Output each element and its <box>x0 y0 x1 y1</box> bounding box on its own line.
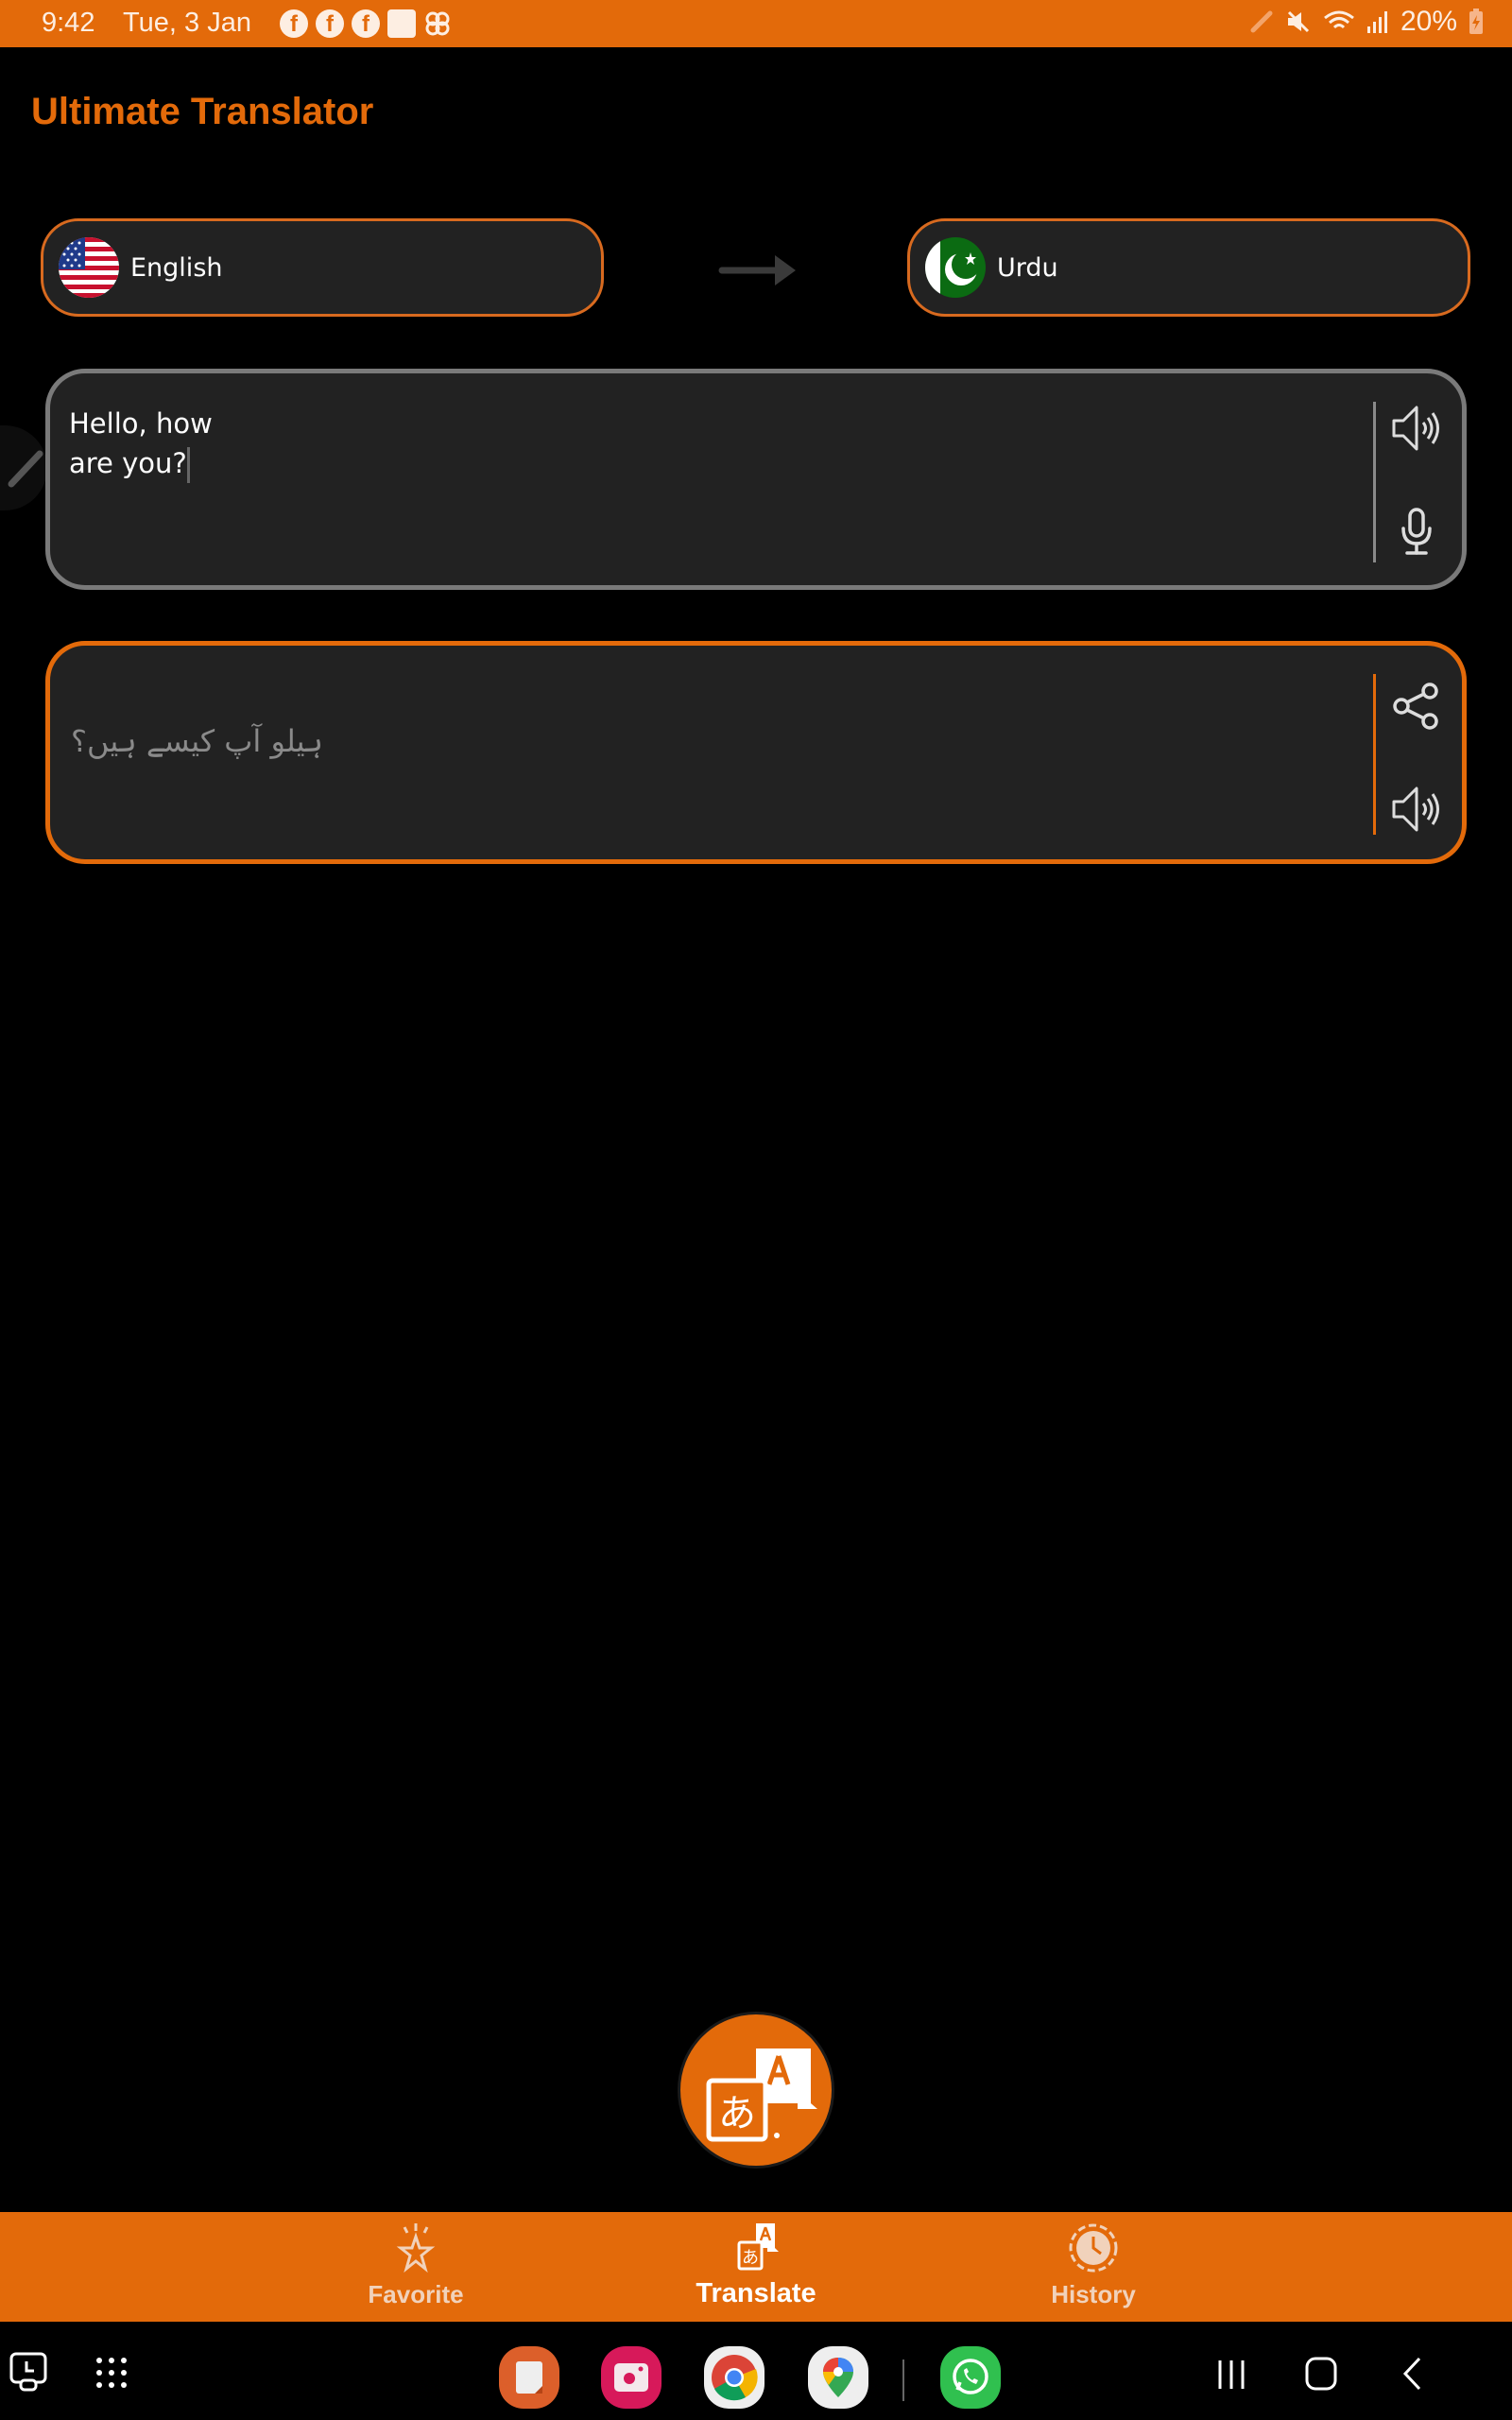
signal-icon <box>1366 11 1387 33</box>
app-title: Ultimate Translator <box>31 91 374 132</box>
system-navigation-bar <box>0 2322 1512 2420</box>
nav-label: Favorite <box>368 2280 464 2308</box>
samsung-notes-app-icon[interactable] <box>499 2346 559 2409</box>
source-text-line: are you? <box>69 447 187 479</box>
battery-icon <box>1469 9 1483 34</box>
mute-icon <box>1287 10 1310 33</box>
divider <box>1373 674 1376 835</box>
notification-icons: f f f <box>280 9 452 38</box>
chrome-app-icon[interactable] <box>704 2346 765 2409</box>
star-icon <box>396 2223 436 2273</box>
bottom-navigation: Favorite あ Translate History <box>0 2212 1512 2322</box>
recents-button-icon[interactable] <box>1214 2358 1248 2392</box>
svg-text:あ: あ <box>742 2248 759 2268</box>
translate-icon: あ <box>706 2048 817 2142</box>
us-flag-icon <box>59 237 119 298</box>
wifi-icon <box>1324 10 1354 29</box>
pencil-icon <box>8 450 43 488</box>
source-text-line: Hello, how <box>69 407 213 440</box>
nav-favorite[interactable]: Favorite <box>321 2212 510 2322</box>
pen-icon <box>1250 10 1273 33</box>
home-button-icon[interactable] <box>1304 2356 1338 2392</box>
speaker-icon[interactable] <box>1388 783 1445 836</box>
system-status-icons: 20% <box>1249 6 1484 38</box>
nav-label: History <box>1051 2280 1136 2308</box>
svg-text:あ: あ <box>718 2092 756 2135</box>
translated-text: ہیلو آپ کیسے ہیں؟ <box>71 723 323 759</box>
translate-button[interactable]: あ <box>678 2012 834 2169</box>
facebook-icon: f <box>316 9 344 38</box>
microphone-icon[interactable] <box>1388 506 1445 559</box>
arrow-right-icon[interactable] <box>718 253 798 287</box>
source-language-label: English <box>130 252 223 283</box>
history-icon <box>1069 2223 1118 2273</box>
google-maps-app-icon[interactable] <box>808 2346 868 2409</box>
dock-divider <box>902 2360 904 2401</box>
source-text[interactable]: Hello, how are you? <box>69 404 352 483</box>
divider <box>1373 402 1376 562</box>
text-caret <box>186 447 190 483</box>
edit-handle[interactable] <box>0 425 47 510</box>
share-icon[interactable] <box>1388 680 1445 733</box>
source-text-input[interactable]: Hello, how are you? <box>45 369 1467 590</box>
translation-output: ہیلو آپ کیسے ہیں؟ <box>45 641 1467 864</box>
status-date: Tue, 3 Jan <box>123 8 251 38</box>
translate-icon: あ <box>737 2223 779 2271</box>
speaker-icon[interactable] <box>1388 402 1445 455</box>
back-button-icon[interactable] <box>1400 2356 1423 2392</box>
gallery-icon <box>387 9 416 38</box>
facebook-icon: f <box>280 9 308 38</box>
pinwheel-icon <box>423 9 452 38</box>
battery-percent: 20% <box>1400 6 1457 37</box>
target-language-button[interactable]: Urdu <box>907 218 1470 317</box>
nav-history[interactable]: History <box>999 2212 1188 2322</box>
nav-translate[interactable]: あ Translate <box>662 2212 850 2322</box>
camera-app-icon[interactable] <box>601 2346 662 2409</box>
recent-apps-panel-icon[interactable] <box>8 2350 51 2394</box>
facebook-icon: f <box>352 9 380 38</box>
whatsapp-app-icon[interactable] <box>940 2346 1001 2409</box>
target-language-label: Urdu <box>997 252 1058 283</box>
app-drawer-icon[interactable] <box>94 2356 129 2390</box>
source-language-button[interactable]: English <box>41 218 604 317</box>
pakistan-flag-icon <box>925 237 986 298</box>
nav-label: Translate <box>696 2278 816 2308</box>
status-bar: 9:42 Tue, 3 Jan f f f 20% <box>0 0 1512 47</box>
status-time: 9:42 <box>42 8 95 38</box>
